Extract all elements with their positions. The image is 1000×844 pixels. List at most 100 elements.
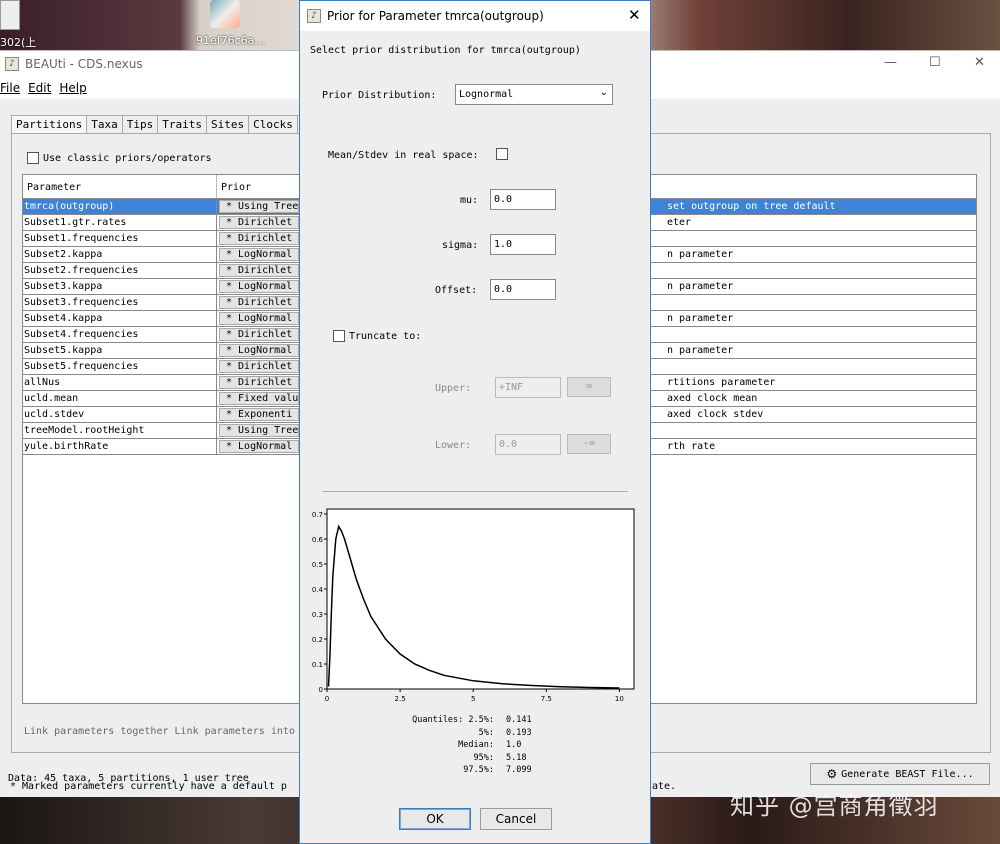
y-tick-label: 0.5 bbox=[312, 561, 323, 569]
quantile-label: Quantiles: 2.5%: bbox=[412, 715, 494, 725]
lower-label: Lower: bbox=[435, 440, 472, 451]
upper-infinity-button[interactable]: ∞ bbox=[567, 377, 611, 397]
density-chart-svg: 0 0.1 0.2 0.3 0.4 0.5 0.6 0.7 0 2.5 5 7.5 10 bbox=[312, 508, 635, 703]
prior-button[interactable]: * LogNormal bbox=[219, 248, 299, 261]
tab-clocks[interactable]: Clocks bbox=[248, 115, 298, 133]
prior-button[interactable]: * Dirichlet bbox=[219, 360, 299, 373]
prior-button[interactable]: * LogNormal bbox=[219, 280, 299, 293]
desktop-icon-2-label: 91ef76c6a... bbox=[196, 34, 265, 47]
description-cell bbox=[663, 359, 671, 363]
quantile-label: Median: bbox=[458, 740, 494, 750]
mu-input[interactable]: 0.0 bbox=[490, 189, 556, 210]
prior-button[interactable]: * LogNormal bbox=[219, 312, 299, 325]
parameter-cell: Subset2.kappa bbox=[23, 247, 217, 262]
close-icon[interactable]: ✕ bbox=[974, 55, 985, 70]
menu-edit[interactable]: Edit bbox=[28, 81, 51, 95]
y-tick-label: 0.7 bbox=[312, 511, 323, 519]
beauti-app-icon: ♪ bbox=[5, 57, 19, 71]
menu-help[interactable]: Help bbox=[59, 81, 86, 95]
description-cell bbox=[663, 423, 671, 427]
generate-beast-file-button[interactable]: ⚙ Generate BEAST File... bbox=[810, 763, 990, 785]
column-header-prior[interactable]: Prior bbox=[217, 175, 307, 198]
menu-file[interactable]: File bbox=[0, 81, 20, 95]
tab-tips[interactable]: Tips bbox=[121, 115, 159, 133]
quantile-value: 0.141 bbox=[506, 715, 532, 725]
image-file-icon bbox=[210, 0, 240, 28]
maximize-icon[interactable]: ☐ bbox=[929, 55, 941, 70]
quantile-label: 5%: bbox=[478, 727, 494, 738]
separator bbox=[322, 491, 628, 492]
mean-stdev-checkbox[interactable] bbox=[496, 148, 508, 160]
quantile-value: 7.099 bbox=[506, 765, 532, 775]
y-tick-label: 0.4 bbox=[312, 586, 324, 594]
y-tick-label: 0 bbox=[319, 686, 323, 694]
parameter-cell: Subset1.frequencies bbox=[23, 231, 217, 246]
prior-cell: * Dirichlet bbox=[217, 327, 299, 342]
plot-area bbox=[326, 508, 635, 690]
truncate-checkbox[interactable] bbox=[333, 330, 345, 342]
prior-button[interactable]: * Fixed valu bbox=[219, 392, 299, 405]
prior-button[interactable]: * Dirichlet bbox=[219, 264, 299, 277]
minimize-icon[interactable]: — bbox=[884, 55, 897, 70]
prior-density-plot: 0 0.1 0.2 0.3 0.4 0.5 0.6 0.7 0 2.5 5 7.5 10 bbox=[300, 501, 652, 706]
prior-button[interactable]: * Dirichlet bbox=[219, 216, 299, 229]
lower-infinity-button[interactable]: -∞ bbox=[567, 434, 611, 454]
description-cell bbox=[663, 263, 671, 267]
prior-button[interactable]: * Exponenti bbox=[219, 408, 299, 421]
prior-cell: * Fixed valu bbox=[217, 391, 299, 406]
dialog-close-icon[interactable]: ✕ bbox=[628, 6, 641, 24]
prior-button[interactable]: * Dirichlet bbox=[219, 328, 299, 341]
ok-button[interactable]: OK bbox=[399, 808, 471, 830]
parameter-cell: Subset3.frequencies bbox=[23, 295, 217, 310]
description-cell bbox=[663, 327, 671, 331]
prior-button[interactable]: * Using Tree bbox=[219, 200, 299, 213]
prior-button[interactable]: * LogNormal bbox=[219, 344, 299, 357]
lower-input[interactable]: 0.0 bbox=[495, 434, 561, 455]
cancel-button[interactable]: Cancel bbox=[480, 808, 552, 830]
description-cell bbox=[663, 231, 671, 235]
checkbox-box[interactable] bbox=[27, 152, 39, 164]
prior-button[interactable]: * Using Tree bbox=[219, 424, 299, 437]
prior-button[interactable]: * Dirichlet bbox=[219, 376, 299, 389]
y-tick-label: 0.2 bbox=[312, 636, 323, 644]
tab-sites[interactable]: Sites bbox=[205, 115, 250, 133]
tab-partitions[interactable]: Partitions bbox=[11, 115, 88, 133]
prior-cell: * Dirichlet bbox=[217, 231, 299, 246]
beauti-app-icon: ♪ bbox=[307, 9, 321, 23]
classic-priors-checkbox[interactable]: Use classic priors/operators bbox=[27, 152, 212, 164]
tab-traits[interactable]: Traits bbox=[157, 115, 207, 133]
chevron-down-icon: ⌄ bbox=[599, 87, 608, 98]
quantile-label: 97.5%: bbox=[463, 765, 494, 775]
prior-cell: * Using Tree bbox=[217, 423, 299, 438]
dialog-heading: Select prior distribution for tmrca(outg… bbox=[310, 45, 581, 56]
quantile-value: 0.193 bbox=[506, 727, 532, 738]
column-header-parameter[interactable]: Parameter bbox=[23, 175, 217, 198]
dialog-titlebar: ♪ Prior for Parameter tmrca(outgroup) bbox=[300, 1, 650, 31]
quantile-value: 5.18 bbox=[506, 752, 527, 763]
parameter-cell: Subset4.frequencies bbox=[23, 327, 217, 342]
x-tick-label: 5 bbox=[471, 695, 475, 703]
tab-taxa[interactable]: Taxa bbox=[86, 115, 123, 133]
sigma-input[interactable]: 1.0 bbox=[490, 234, 556, 255]
x-tick-label: 10 bbox=[615, 695, 624, 703]
desktop-icon-1[interactable]: 302(上 bbox=[0, 0, 36, 50]
description-cell: rtitions parameter bbox=[667, 377, 776, 388]
prior-button[interactable]: * Dirichlet bbox=[219, 232, 299, 245]
description-cell: n parameter bbox=[667, 345, 734, 356]
main-window-title: BEAUti - CDS.nexus bbox=[25, 57, 143, 71]
x-tick-label: 2.5 bbox=[395, 695, 406, 703]
upper-input[interactable]: +INF bbox=[495, 377, 561, 398]
prior-button[interactable]: * LogNormal bbox=[219, 440, 299, 453]
prior-cell: * Using Tree bbox=[217, 199, 299, 214]
desktop-icon-2[interactable]: 91ef76c6a... bbox=[196, 0, 265, 47]
prior-distribution-select[interactable]: Lognormal ⌄ bbox=[455, 84, 613, 105]
parameter-cell: yule.birthRate bbox=[23, 439, 217, 454]
parameter-cell: Subset2.frequencies bbox=[23, 263, 217, 278]
classic-priors-label: Use classic priors/operators bbox=[43, 152, 212, 164]
dialog-title: Prior for Parameter tmrca(outgroup) bbox=[327, 9, 544, 23]
y-tick-label: 0.1 bbox=[312, 661, 323, 669]
description-cell: eter bbox=[667, 217, 692, 228]
offset-input[interactable]: 0.0 bbox=[490, 279, 556, 300]
prior-button[interactable]: * Dirichlet bbox=[219, 296, 299, 309]
prior-cell: * Dirichlet bbox=[217, 295, 299, 310]
